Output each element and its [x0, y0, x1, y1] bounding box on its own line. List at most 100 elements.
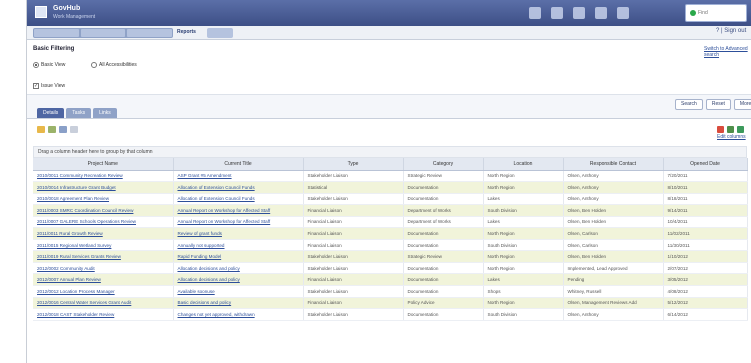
table-cell: South Division [483, 204, 564, 217]
column-header[interactable]: Responsible Contact [563, 158, 664, 171]
table-cell[interactable]: 2011/0003 SMRC Coordination Council Revi… [33, 204, 174, 217]
calendar-icon[interactable] [529, 7, 541, 19]
search-input[interactable] [698, 8, 744, 18]
table-cell[interactable]: 2010/0018 Agreement Plan Review [33, 193, 174, 206]
folder-icon[interactable] [37, 126, 45, 133]
tab-home[interactable] [34, 29, 79, 37]
table-row[interactable]: 2011/0007 GALERE Schools Operations Revi… [33, 216, 748, 229]
table-cell: 5/12/2012 [663, 297, 748, 310]
table-cell[interactable]: 2011/0019 Rural Services Grants Review [33, 250, 174, 263]
table-cell: Stakeholder Liaison [303, 308, 404, 321]
header-toolbar [529, 7, 629, 19]
radio-basic-view[interactable]: Basic View [33, 62, 65, 68]
radio-circle[interactable] [33, 62, 39, 68]
search-button[interactable]: Search [675, 99, 703, 110]
table-row[interactable]: 2012/0012 Location Process Manager Availa… [33, 285, 748, 298]
tab-projects[interactable] [127, 29, 173, 37]
table-cell: Documentation [403, 308, 484, 321]
table-cell[interactable]: 2012/0012 Location Process Manager [33, 285, 174, 298]
edit-columns-link[interactable]: Edit columns [717, 134, 746, 140]
tab-more[interactable] [207, 28, 233, 38]
table-cell[interactable]: Rapid Funding Model [173, 250, 304, 263]
table-cell[interactable]: 2011/0011 Rural Growth Review [33, 227, 174, 240]
table-cell[interactable]: Changes not yet approved, withdrawn [173, 308, 304, 321]
table-cell: 11/30/2011 [663, 239, 748, 252]
group-by-bar[interactable]: Drag a column header here to group by th… [33, 146, 747, 158]
issue-view-checkbox[interactable]: ✓ Issue View [33, 83, 65, 89]
table-cell: Strategic Review [403, 170, 484, 183]
table-cell[interactable]: 2012/0018 CAST Stakeholder Review [33, 308, 174, 321]
table-cell: 4/08/2012 [663, 285, 748, 298]
table-cell[interactable]: Allocation decisions and policy [173, 273, 304, 286]
help-links[interactable]: ? | Sign out [716, 28, 746, 34]
table-cell[interactable]: Annual Report on Workshop for Affected S… [173, 216, 304, 229]
table-cell: Olsen, Anthony [563, 181, 664, 194]
column-header[interactable]: Type [303, 158, 404, 171]
global-search[interactable] [685, 4, 747, 22]
column-header[interactable]: Project Name [33, 158, 174, 171]
table-cell: Olsen, Management Reviews Add [563, 297, 664, 310]
people-icon[interactable] [573, 7, 585, 19]
table-row[interactable]: 2012/0002 Community Audit Allocation deci… [33, 262, 748, 275]
table-cell[interactable]: Allocation of Extension Council Funds [173, 181, 304, 194]
table-row[interactable]: 2011/0015 Regional Wetland Survey Annuall… [33, 239, 748, 252]
add-icon[interactable] [737, 126, 744, 133]
tab-work[interactable] [80, 29, 126, 37]
help-icon[interactable] [551, 7, 563, 19]
table-cell[interactable]: Allocation of Extension Council Funds [173, 193, 304, 206]
more-button[interactable]: More [733, 99, 751, 110]
table-cell: 11/02/2011 [663, 227, 748, 240]
column-header[interactable]: Location [483, 158, 564, 171]
table-cell[interactable]: ASP Grant #5 Amendment [173, 170, 304, 183]
table-cell: Financial Liaison [303, 239, 404, 252]
table-cell: Olsen, Ben Holden [563, 204, 664, 217]
table-cell[interactable]: Review of grant funds [173, 227, 304, 240]
table-cell: Documentation [403, 181, 484, 194]
table-cell[interactable]: Annually not supported [173, 239, 304, 252]
table-cell: Stakeholder Liaison [303, 262, 404, 275]
table-cell[interactable]: 2011/0007 GALERE Schools Operations Revi… [33, 216, 174, 229]
settings-icon[interactable] [595, 7, 607, 19]
table-cell[interactable]: 2012/0002 Community Audit [33, 262, 174, 275]
chart-icon[interactable] [617, 7, 629, 19]
tab-group [33, 28, 173, 38]
column-header[interactable]: Current Title [173, 158, 304, 171]
column-header[interactable]: Category [403, 158, 484, 171]
table-row[interactable]: 2011/0011 Rural Growth Review Review of g… [33, 227, 748, 240]
table-row[interactable]: 2012/0018 CAST Stakeholder Review Changes… [33, 308, 748, 321]
radio-circle[interactable] [91, 62, 97, 68]
table-cell[interactable]: 2012/0007 Annual Plan Review [33, 273, 174, 286]
table-cell[interactable]: Basic decisions and policy [173, 297, 304, 310]
table-row[interactable]: 2011/0003 SMRC Coordination Council Revi… [33, 204, 748, 217]
table-cell[interactable]: 2012/0016 Central Water Services Grant A… [33, 297, 174, 310]
checkbox-box[interactable]: ✓ [33, 83, 39, 89]
table-cell: Documentation [403, 285, 484, 298]
advanced-search-link[interactable]: Switch to Advanced search [704, 46, 751, 58]
excel-icon[interactable] [48, 126, 56, 133]
grid-settings-icon[interactable] [727, 126, 734, 133]
table-cell[interactable]: 2011/0015 Regional Wetland Survey [33, 239, 174, 252]
radio-all-accessibilities[interactable]: All Accessibilities [91, 62, 137, 68]
table-cell[interactable]: Available soonuse [173, 285, 304, 298]
subtab-tasks[interactable]: Tasks [66, 108, 92, 118]
table-cell[interactable]: 2010/0011 Community Recreation Review [33, 170, 174, 183]
column-header[interactable]: Opened Date [663, 158, 748, 171]
tab-reports[interactable]: Reports [177, 29, 196, 35]
table-cell[interactable]: 2010/0014 Infrastructure Grant Budget [33, 181, 174, 194]
table-cell[interactable]: Annual Report on Workshop for Affected S… [173, 204, 304, 217]
table-row[interactable]: 2010/0014 Infrastructure Grant Budget All… [33, 181, 748, 194]
table-row[interactable]: 2010/0011 Community Recreation Review ASP… [33, 170, 748, 183]
radio-label: Basic View [41, 62, 66, 68]
filter-icon[interactable] [717, 126, 724, 133]
print-icon[interactable] [59, 126, 67, 133]
table-cell[interactable]: Allocation decisions and policy [173, 262, 304, 275]
subtab-links[interactable]: Links [93, 108, 117, 118]
table-row[interactable]: 2012/0007 Annual Plan Review Allocation d… [33, 273, 748, 286]
refresh-icon[interactable] [70, 126, 78, 133]
action-buttons: Search Reset More [675, 99, 751, 110]
table-row[interactable]: 2010/0018 Agreement Plan Review Allocatio… [33, 193, 748, 206]
reset-button[interactable]: Reset [705, 99, 731, 110]
table-row[interactable]: 2012/0016 Central Water Services Grant A… [33, 297, 748, 310]
subtab-details[interactable]: Details [37, 108, 65, 118]
table-row[interactable]: 2011/0019 Rural Services Grants Review Ra… [33, 250, 748, 263]
